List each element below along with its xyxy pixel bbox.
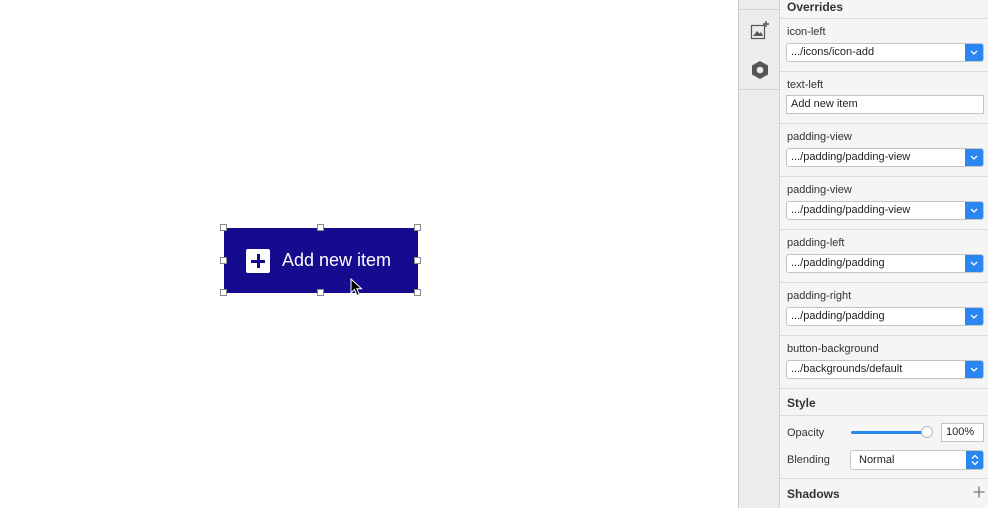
- divider: [780, 388, 988, 389]
- overrides-title: Overrides: [787, 0, 844, 14]
- resize-handle-right[interactable]: [414, 257, 421, 264]
- hexagon-icon[interactable]: [747, 57, 773, 83]
- divider: [780, 229, 988, 230]
- resize-handle-bottom-right[interactable]: [414, 289, 421, 296]
- icon-left-select[interactable]: .../icons/icon-add: [786, 43, 984, 62]
- field-label-padding-right: padding-right: [787, 290, 852, 302]
- field-label-button-background: button-background: [787, 343, 879, 355]
- opacity-label: Opacity: [787, 427, 825, 439]
- add-shadow-plus-icon[interactable]: [972, 485, 986, 499]
- chevron-down-icon: [965, 149, 983, 166]
- chevron-down-icon: [965, 308, 983, 325]
- padding-view-select[interactable]: .../padding/padding-view: [786, 148, 984, 167]
- inspector-panel: Overrides icon-left .../icons/icon-add t…: [780, 0, 988, 508]
- blending-label: Blending: [787, 454, 830, 466]
- opacity-input[interactable]: 100%: [941, 423, 984, 442]
- add-new-item-button[interactable]: Add new item: [224, 228, 418, 293]
- tool-divider: [739, 89, 780, 90]
- field-label-padding-view: padding-view: [787, 131, 852, 143]
- text-left-input[interactable]: Add new item: [786, 95, 984, 114]
- padding-left-select[interactable]: .../padding/padding: [786, 254, 984, 273]
- divider: [780, 71, 988, 72]
- resize-handle-bottom[interactable]: [317, 289, 324, 296]
- blending-select[interactable]: Normal: [850, 450, 984, 470]
- divider: [780, 415, 988, 416]
- divider: [780, 176, 988, 177]
- tool-divider: [739, 9, 780, 10]
- resize-handle-top-left[interactable]: [220, 224, 227, 231]
- chevron-down-icon: [965, 44, 983, 61]
- divider: [780, 123, 988, 124]
- resize-handle-bottom-left[interactable]: [220, 289, 227, 296]
- opacity-slider-track[interactable]: [851, 431, 931, 434]
- shadows-title: Shadows: [787, 487, 840, 501]
- chevron-down-icon: [965, 255, 983, 272]
- button-label: Add new item: [282, 250, 392, 270]
- divider: [780, 18, 988, 19]
- field-label-padding-left: padding-left: [787, 237, 845, 249]
- chevron-down-icon: [965, 361, 983, 378]
- resize-handle-top[interactable]: [317, 224, 324, 231]
- tool-strip: [738, 0, 780, 508]
- up-down-chevron-icon: [966, 451, 983, 469]
- mouse-cursor-icon: [350, 278, 363, 297]
- plus-square-icon: [246, 248, 270, 273]
- field-label-text-left: text-left: [787, 79, 824, 91]
- divider: [780, 282, 988, 283]
- opacity-slider-knob[interactable]: [921, 426, 933, 438]
- field-label-padding-view: padding-view: [787, 184, 852, 196]
- field-label-icon-left: icon-left: [787, 26, 826, 38]
- canvas[interactable]: Add new item: [0, 0, 738, 508]
- chevron-down-icon: [965, 202, 983, 219]
- divider: [780, 335, 988, 336]
- image-add-icon[interactable]: [747, 17, 773, 43]
- resize-handle-left[interactable]: [220, 257, 227, 264]
- button-background-select[interactable]: .../backgrounds/default: [786, 360, 984, 379]
- style-title: Style: [787, 396, 816, 410]
- padding-right-select[interactable]: .../padding/padding: [786, 307, 984, 326]
- padding-view-select[interactable]: .../padding/padding-view: [786, 201, 984, 220]
- resize-handle-top-right[interactable]: [414, 224, 421, 231]
- divider: [780, 478, 988, 479]
